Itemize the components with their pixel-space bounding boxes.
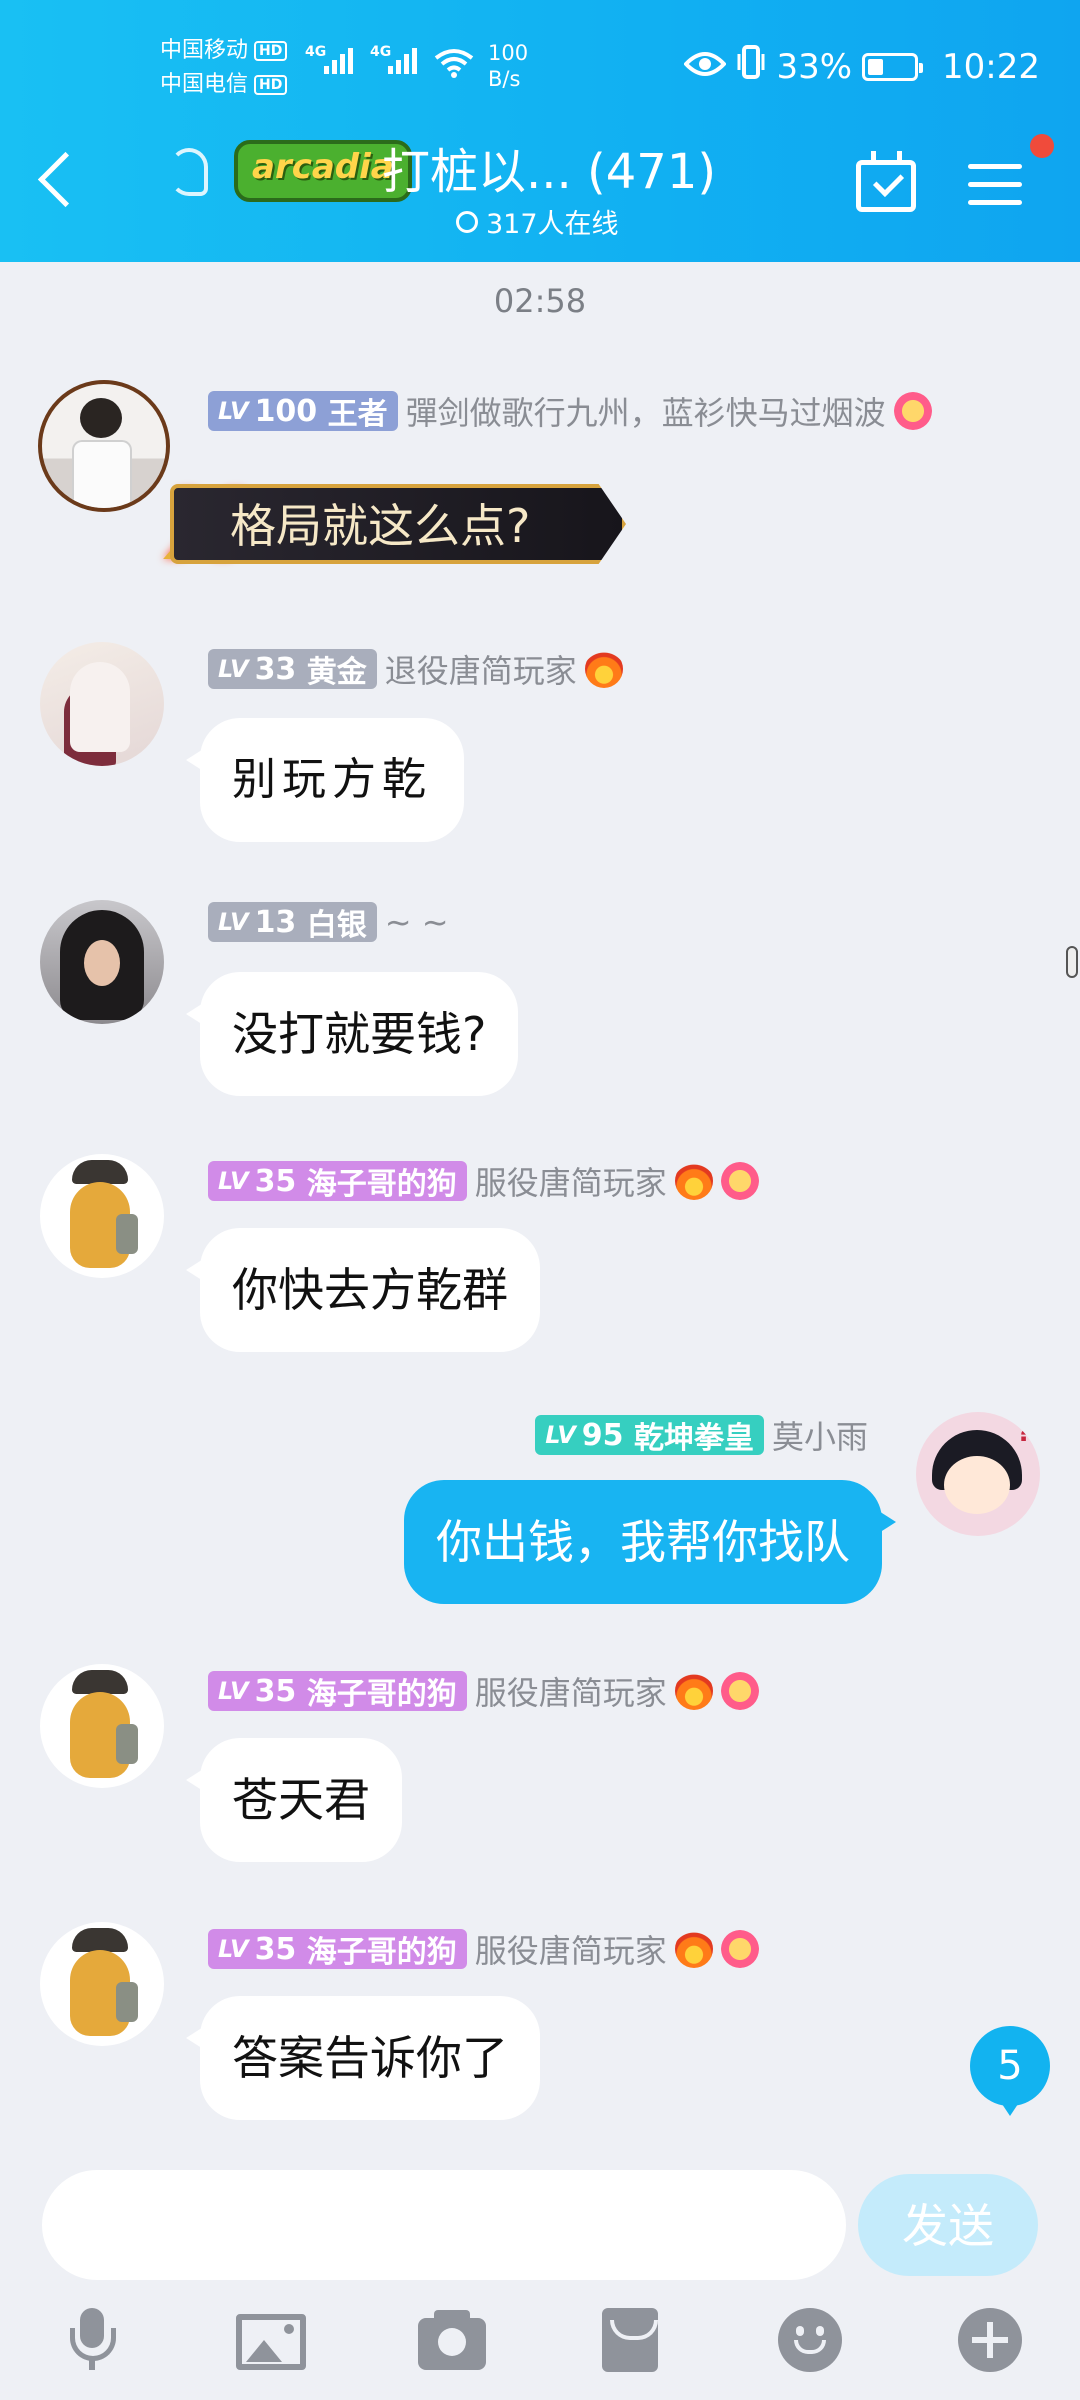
clock: 10:22	[942, 46, 1040, 87]
message-bubble[interactable]: 没打就要钱?	[185, 972, 519, 1096]
message-meta: LV 33 黄金 退役唐简玩家	[208, 646, 623, 692]
avatar[interactable]	[40, 642, 164, 766]
message-bubble[interactable]: 苍天君	[186, 1738, 402, 1862]
time-divider: 02:58	[493, 282, 587, 320]
image-icon[interactable]	[236, 2314, 306, 2370]
level-badge: LV 33 黄金	[208, 649, 377, 690]
message-bubble[interactable]: 格局就这么点?	[170, 484, 626, 564]
sender-name[interactable]: 服役唐简玩家	[475, 1668, 667, 1714]
level-badge: LV 95 乾坤拳皇	[535, 1415, 764, 1456]
battery-percent: 33%	[776, 46, 853, 87]
online-icon	[456, 210, 478, 233]
plus-icon[interactable]	[958, 2308, 1022, 2372]
level-badge: LV 35 海子哥的狗	[208, 1671, 467, 1712]
calendar-check-icon[interactable]	[856, 151, 916, 212]
back-button[interactable]	[37, 151, 94, 208]
online-text: 317人在线	[486, 209, 619, 240]
message-input[interactable]	[42, 2170, 846, 2280]
flower-badge-icon	[720, 1672, 759, 1710]
avatar[interactable]	[40, 1922, 164, 2046]
sender-name[interactable]: 彈剑做歌行九州，蓝衫快马过烟波	[406, 388, 886, 434]
flower-badge-icon	[720, 1930, 759, 1968]
carrier-info: 中国移动 HD 中国电信 HD	[160, 34, 288, 102]
input-toolbar	[0, 2300, 1080, 2380]
fire-badge-icon	[674, 1672, 713, 1710]
group-title[interactable]: 打桩以... (471)	[382, 132, 716, 202]
level-badge: LV 100 王者	[208, 391, 398, 432]
flower-badge-icon	[720, 1162, 759, 1200]
camera-icon[interactable]	[418, 2310, 486, 2370]
message-meta: LV 100 王者 彈剑做歌行九州，蓝衫快马过烟波	[208, 388, 932, 434]
carrier-2: 中国电信	[160, 72, 249, 97]
avatar[interactable]	[40, 1154, 164, 1278]
hd-badge: HD	[254, 41, 288, 61]
wifi-icon	[434, 48, 474, 78]
fire-badge-icon	[674, 1930, 713, 1968]
level-badge: LV 13 白银	[208, 902, 377, 943]
message-meta: LV 95 乾坤拳皇 莫小雨	[535, 1412, 868, 1458]
message-bubble[interactable]: 你快去方乾群	[186, 1228, 540, 1352]
vibrate-icon	[736, 44, 766, 89]
battery-icon	[862, 52, 924, 81]
avatar[interactable]	[40, 1664, 164, 1788]
level-badge: LV 35 海子哥的狗	[208, 1929, 467, 1970]
menu-icon[interactable]	[968, 164, 1022, 218]
flower-badge-icon	[893, 392, 932, 430]
carrier-1: 中国移动	[160, 38, 249, 63]
net-speed: 100 B/s	[488, 40, 528, 92]
sender-name[interactable]: 莫小雨	[772, 1412, 868, 1458]
ear-icon[interactable]	[170, 148, 208, 196]
avatar[interactable]	[38, 380, 170, 512]
avatar[interactable]	[40, 900, 164, 1024]
chat-header: 中国移动 HD 中国电信 HD 4G 4G 100 B/s 33% 10:22 ar…	[0, 0, 1080, 262]
signal-icon	[324, 48, 353, 74]
message-bubble[interactable]: 别玩方乾	[186, 718, 464, 842]
fire-badge-icon	[584, 650, 623, 688]
message-meta: LV 35 海子哥的狗 服役唐简玩家	[208, 1668, 759, 1714]
fire-badge-icon	[674, 1162, 713, 1200]
sender-name[interactable]: 服役唐简玩家	[475, 1926, 667, 1972]
message-meta: LV 35 海子哥的狗 服役唐简玩家	[208, 1158, 759, 1204]
speed-unit: B/s	[488, 67, 521, 91]
notification-dot	[1030, 134, 1054, 158]
signal-icon	[388, 48, 417, 74]
message-bubble[interactable]: 答案告诉你了	[186, 1996, 540, 2120]
message-bubble[interactable]: 你出钱，我帮你找队	[404, 1480, 896, 1604]
status-right: 33% 10:22	[683, 44, 1040, 89]
hd-badge: HD	[254, 75, 288, 95]
microphone-icon[interactable]	[60, 2308, 124, 2372]
sender-name[interactable]: 服役唐简玩家	[475, 1158, 667, 1204]
sender-name[interactable]: ~ ~	[385, 903, 449, 941]
online-count: 317人在线	[456, 202, 619, 241]
message-meta: LV 13 白银 ~ ~	[208, 902, 449, 943]
emoji-icon[interactable]	[778, 2308, 842, 2372]
scrollbar-thumb[interactable]	[1066, 946, 1078, 978]
my-avatar[interactable]: ?	[916, 1412, 1040, 1536]
red-packet-icon[interactable]	[602, 2308, 658, 2372]
speed-value: 100	[488, 41, 529, 65]
message-meta: LV 35 海子哥的狗 服役唐简玩家	[208, 1926, 759, 1972]
level-badge: LV 35 海子哥的狗	[208, 1161, 467, 1202]
send-button[interactable]: 发送	[858, 2174, 1038, 2276]
eye-icon	[683, 47, 728, 87]
unread-count-badge[interactable]: 5	[970, 2026, 1050, 2116]
sender-name[interactable]: 退役唐简玩家	[385, 646, 577, 692]
